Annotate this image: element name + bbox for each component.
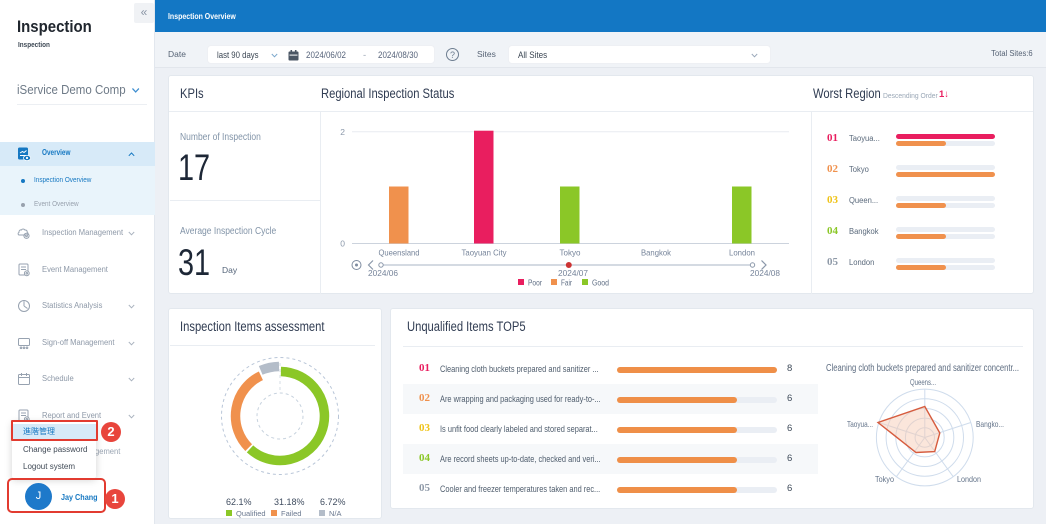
svg-text:Fair: Fair bbox=[561, 278, 572, 288]
svg-text:Queens...: Queens... bbox=[910, 377, 936, 387]
svg-text:2024/08: 2024/08 bbox=[750, 269, 781, 278]
svg-text:Good: Good bbox=[592, 278, 609, 288]
svg-text:0: 0 bbox=[340, 239, 345, 249]
svg-text:Cleaning cloth buckets prepare: Cleaning cloth buckets prepared and sani… bbox=[826, 363, 1019, 374]
svg-text:Queensland: Queensland bbox=[379, 248, 420, 258]
svg-text:Taoyuan City: Taoyuan City bbox=[462, 248, 508, 258]
svg-text:Poor: Poor bbox=[528, 278, 542, 288]
svg-text:2024/06: 2024/06 bbox=[368, 269, 399, 278]
svg-text:London: London bbox=[957, 474, 981, 484]
svg-text:Bangko...: Bangko... bbox=[976, 419, 1004, 429]
svg-text:2: 2 bbox=[340, 127, 345, 137]
svg-text:London: London bbox=[729, 248, 755, 258]
svg-text:Tokyo: Tokyo bbox=[560, 248, 581, 258]
svg-text:Tokyo: Tokyo bbox=[875, 474, 894, 484]
svg-text:Bangkok: Bangkok bbox=[641, 248, 672, 258]
svg-text:Taoyua...: Taoyua... bbox=[847, 419, 873, 429]
